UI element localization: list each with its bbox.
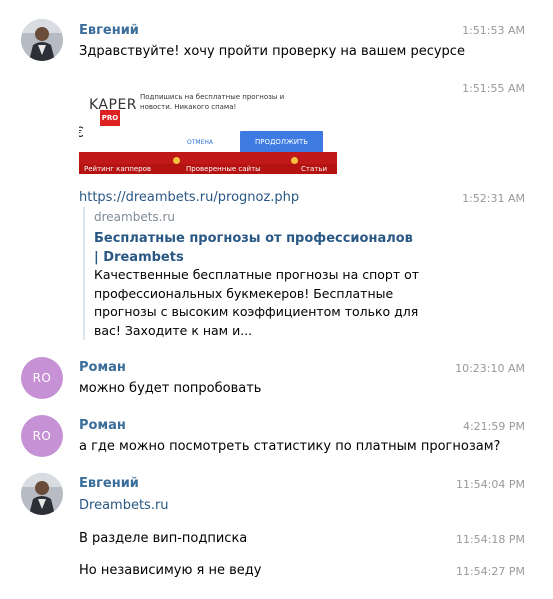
message-text: Здравствуйте! хочу пройти проверку на ва… bbox=[79, 44, 465, 59]
preview-cancel-label: ОТМЕНА bbox=[187, 139, 213, 146]
message-timestamp: 10:23:10 AM bbox=[455, 362, 525, 375]
message-text: можно будет попробовать bbox=[79, 381, 262, 396]
previous-message-fragment: • ••• •• bbox=[200, 0, 350, 3]
person-photo-icon bbox=[21, 19, 63, 61]
nav-item: Рейтинг капперов bbox=[84, 165, 152, 173]
nav-item: Проверенные сайты bbox=[186, 165, 261, 173]
message-timestamp: 1:52:31 AM bbox=[462, 192, 525, 205]
message-timestamp: 1:51:55 AM bbox=[462, 82, 525, 95]
message-timestamp: 11:54:27 PM bbox=[455, 565, 525, 578]
avatar-roman[interactable]: RO bbox=[21, 357, 63, 399]
preview-continue-label: ПРОДОЛЖИТЬ bbox=[240, 131, 323, 153]
person-photo-icon bbox=[21, 473, 63, 515]
sender-name[interactable]: Роман bbox=[79, 360, 126, 375]
image-attachment[interactable]: € KAPER PRO Подпишись на бесплатные прог… bbox=[79, 85, 337, 174]
pro-badge: PRO bbox=[100, 110, 120, 126]
sender-name[interactable]: Роман bbox=[79, 418, 126, 433]
message-timestamp: 11:54:18 PM bbox=[455, 533, 525, 546]
message-timestamp: 1:51:53 AM bbox=[462, 24, 525, 37]
message-link[interactable]: https://dreambets.ru/prognoz.php bbox=[79, 190, 299, 205]
message-timestamp: 4:21:59 PM bbox=[462, 420, 525, 433]
avatar-evgeniy[interactable] bbox=[21, 473, 63, 515]
subscribe-prompt-text: Подпишись на бесплатные прогнозы и новос… bbox=[140, 93, 285, 111]
avatar-evgeniy[interactable] bbox=[21, 19, 63, 61]
card-site-name: dreambets.ru bbox=[94, 210, 176, 224]
site-nav-strip: Рейтинг капперов Проверенные сайты Стать… bbox=[79, 164, 337, 174]
sender-name[interactable]: Евгений bbox=[79, 476, 139, 491]
link-preview-card[interactable]: dreambets.ru Бесплатные прогнозы от проф… bbox=[83, 207, 430, 340]
card-description: Качественные бесплатные прогнозы на спор… bbox=[94, 267, 420, 338]
sender-name[interactable]: Евгений bbox=[79, 23, 139, 38]
message-timestamp: 11:54:04 PM bbox=[455, 478, 525, 491]
cropped-glyph: € bbox=[79, 125, 84, 141]
card-title[interactable]: Бесплатные прогнозы от профессионалов | … bbox=[94, 229, 414, 267]
message-text: а где можно посмотреть статистику по пла… bbox=[79, 439, 501, 454]
message-link[interactable]: Dreambets.ru bbox=[79, 498, 169, 513]
message-text: Но независимую я не веду bbox=[79, 563, 262, 578]
nav-item: Статьи bbox=[301, 165, 328, 173]
star-icon bbox=[291, 157, 298, 164]
star-icon bbox=[173, 157, 180, 164]
avatar-roman[interactable]: RO bbox=[21, 415, 63, 457]
message-text: В разделе вип-подписка bbox=[79, 531, 248, 546]
